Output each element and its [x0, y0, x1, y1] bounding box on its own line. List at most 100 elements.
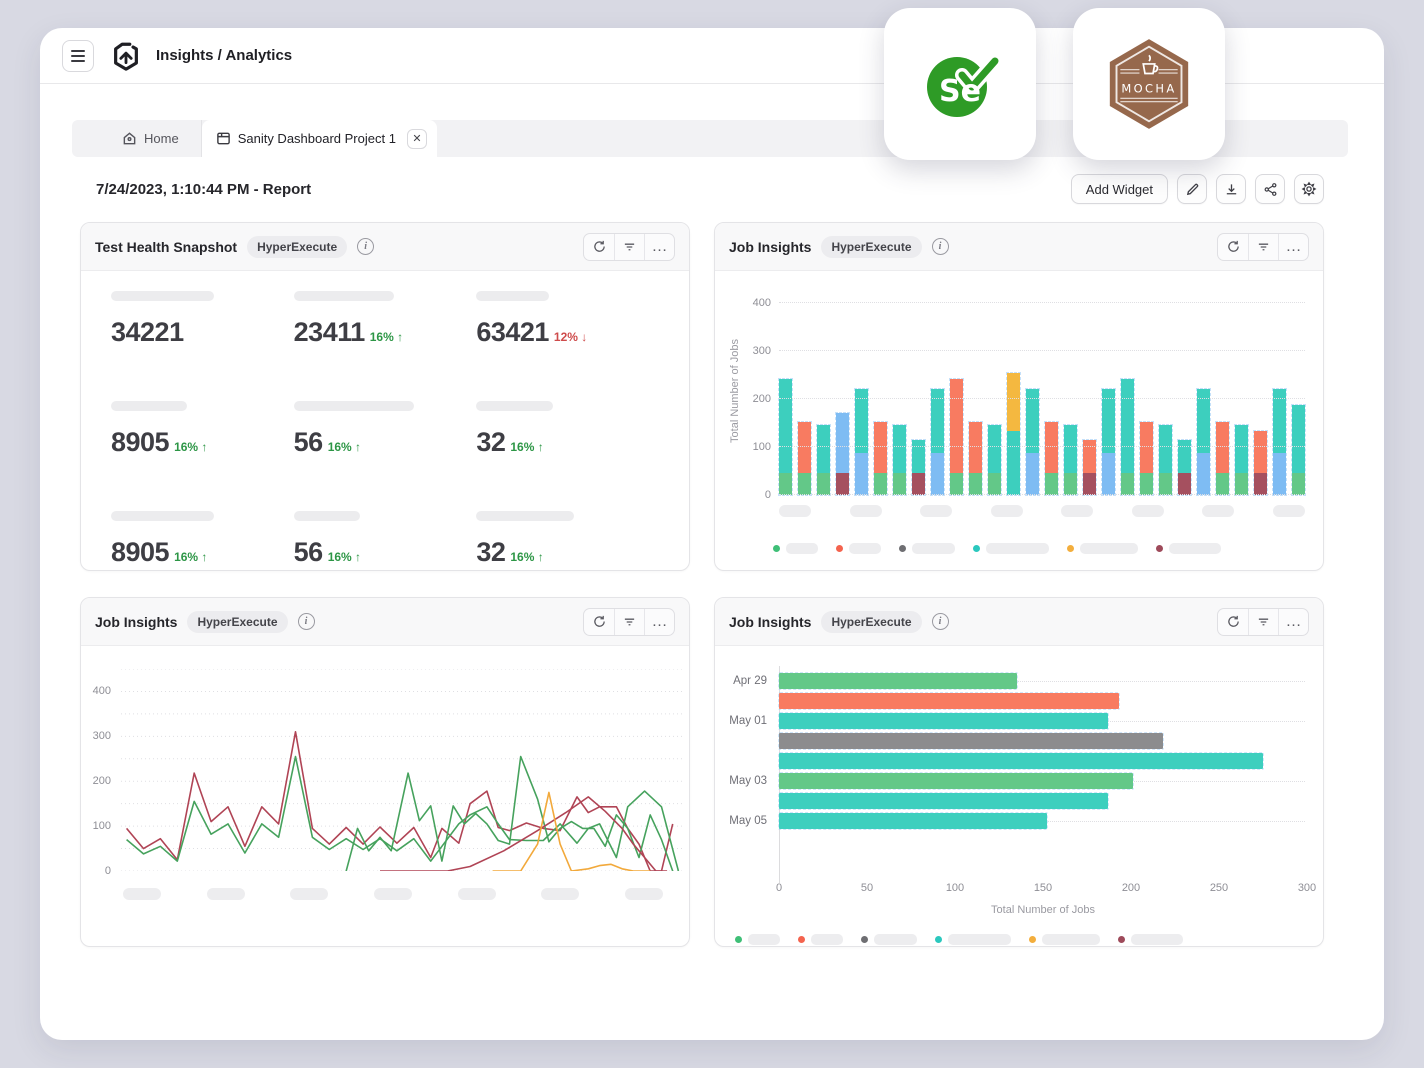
tab-active-label: Sanity Dashboard Project 1 [238, 131, 396, 146]
legend-label-skeleton [1169, 543, 1221, 554]
stat-delta: 12% ↓ [554, 330, 587, 344]
category-label: Apr 29 [715, 675, 767, 687]
edit-button[interactable] [1177, 174, 1207, 204]
legend-label-skeleton [948, 934, 1011, 945]
widget-controls: … [583, 608, 675, 636]
y-tick-label: 0 [737, 489, 771, 501]
bar-row [779, 813, 1307, 829]
refresh-icon[interactable] [584, 234, 614, 260]
x-tick-label: 250 [1204, 882, 1234, 894]
info-icon[interactable]: i [932, 613, 949, 630]
info-icon[interactable]: i [298, 613, 315, 630]
bar-segment-teal [779, 379, 792, 473]
bar-segment-blue [855, 453, 868, 495]
stat-label-skeleton [476, 291, 549, 301]
gridline [779, 398, 1305, 399]
bar-segment-red [874, 422, 887, 473]
legend-label-skeleton [786, 543, 818, 554]
share-button[interactable] [1255, 174, 1285, 204]
more-options-icon[interactable]: … [644, 234, 674, 260]
tab-sanity-dashboard[interactable]: Sanity Dashboard Project 1 ✕ [202, 120, 437, 157]
legend-dot [798, 936, 805, 943]
gridline [779, 494, 1305, 495]
bar-row [779, 733, 1307, 749]
plot-area [779, 673, 1307, 833]
add-widget-button[interactable]: Add Widget [1071, 174, 1168, 204]
x-label-skeleton [123, 888, 161, 900]
bar-segment-maroon [1083, 473, 1096, 495]
legend-dot [899, 545, 906, 552]
more-options-icon[interactable]: … [1278, 609, 1308, 635]
bar-segment-blue [1273, 453, 1286, 495]
legend-label-skeleton [748, 934, 780, 945]
info-icon[interactable]: i [932, 238, 949, 255]
more-options-icon[interactable]: … [1278, 234, 1308, 260]
tab-close-icon[interactable]: ✕ [407, 129, 427, 149]
legend-item [973, 543, 1049, 554]
stacked-bar [1121, 379, 1134, 495]
mocha-logo-icon: MOCHA [1106, 36, 1192, 132]
legend-label-skeleton [986, 543, 1049, 554]
bar-segment-teal [988, 425, 1001, 474]
stacked-bar [1140, 422, 1153, 495]
download-button[interactable] [1216, 174, 1246, 204]
bar-segment-green [1140, 473, 1153, 495]
x-label-skeleton [1273, 505, 1305, 517]
series-red-b [380, 797, 667, 871]
more-options-icon[interactable]: … [644, 609, 674, 635]
refresh-icon[interactable] [1218, 609, 1248, 635]
bar-segment-green [1045, 473, 1058, 495]
svg-text:MOCHA: MOCHA [1121, 82, 1176, 96]
x-tick-label: 300 [1292, 882, 1322, 894]
dashboard-icon [216, 131, 231, 146]
widget-controls: … [1217, 233, 1309, 261]
stat-cell: 890516% ↑ [111, 401, 294, 486]
info-icon[interactable]: i [357, 238, 374, 255]
bar-segment-blue [1102, 453, 1115, 495]
stat-delta: 16% ↑ [510, 440, 543, 454]
x-label-skeleton [541, 888, 579, 900]
stat-label-skeleton [476, 401, 553, 411]
category-label: May 05 [715, 815, 767, 827]
widget-title: Test Health Snapshot [95, 239, 237, 255]
stat-label-skeleton [476, 511, 574, 521]
filter-icon[interactable] [614, 234, 644, 260]
stacked-bar [969, 422, 982, 495]
settings-button[interactable] [1294, 174, 1324, 204]
line-chart-svg [121, 669, 684, 871]
selenium-integration-card[interactable]: Se [884, 8, 1036, 160]
stacked-bar [1254, 431, 1267, 495]
refresh-icon[interactable] [1218, 234, 1248, 260]
legend-label-skeleton [1080, 543, 1138, 554]
app-window: Insights / Analytics Home Sanity Dashboa… [40, 28, 1384, 1040]
stat-value: 63421 [476, 317, 549, 348]
filter-icon[interactable] [1248, 234, 1278, 260]
filter-icon[interactable] [1248, 609, 1278, 635]
tab-home-label: Home [144, 131, 179, 146]
tab-home[interactable]: Home [100, 120, 202, 157]
bar-segment-green [1159, 473, 1172, 495]
chart-legend [735, 934, 1183, 945]
stat-label-skeleton [111, 291, 214, 301]
x-tick-label: 100 [940, 882, 970, 894]
stat-value: 32 [476, 427, 505, 458]
hamburger-menu-button[interactable] [62, 40, 94, 72]
platform-badge: HyperExecute [821, 611, 921, 633]
stat-label-skeleton [294, 291, 394, 301]
hbar-teal [779, 713, 1108, 729]
stacked-bar [817, 425, 830, 495]
legend-label-skeleton [912, 543, 955, 554]
bar-row [779, 793, 1307, 809]
x-label-skeleton [920, 505, 952, 517]
legend-item [836, 543, 881, 554]
bar-segment-green [874, 473, 887, 495]
refresh-icon[interactable] [584, 609, 614, 635]
hbar-teal [779, 753, 1263, 769]
stat-value-row: 32 16% ↑ [476, 427, 659, 458]
legend-item [1118, 934, 1183, 945]
mocha-integration-card[interactable]: MOCHA [1073, 8, 1225, 160]
hbar-red [779, 693, 1119, 709]
bar-segment-green [798, 473, 811, 495]
stat-delta: 16% ↑ [328, 440, 361, 454]
filter-icon[interactable] [614, 609, 644, 635]
